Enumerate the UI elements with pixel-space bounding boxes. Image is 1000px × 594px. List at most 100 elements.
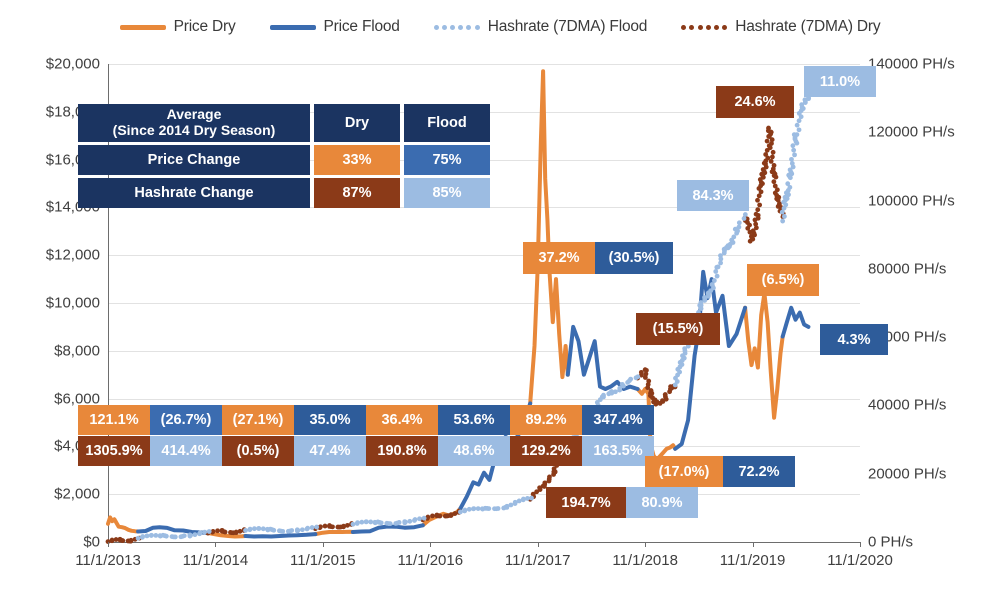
- summary-row-hashrate-change: Hashrate Change 87% 85%: [78, 178, 490, 208]
- series-dot: [181, 533, 187, 539]
- y-tick-label-left: $2,000: [54, 485, 100, 503]
- annotation-badge: 347.4%: [582, 405, 654, 435]
- annotation-badge: (30.5%): [595, 242, 673, 274]
- series-dot: [120, 538, 126, 544]
- annotation-badge-4-3: 4.3%: [820, 324, 888, 355]
- series-dot: [709, 282, 715, 287]
- x-tick-label: 11/1/2019: [719, 552, 786, 569]
- series-dot: [396, 519, 402, 525]
- series-dot: [407, 518, 413, 524]
- x-tick-label: 11/1/2020: [827, 552, 893, 569]
- series-dot: [475, 506, 481, 511]
- series-dot: [635, 374, 641, 380]
- series-dot: [330, 524, 335, 530]
- series-dot: [172, 534, 178, 540]
- series-dot: [711, 278, 717, 283]
- annotation-pair-2017: 37.2% (30.5%): [523, 242, 673, 274]
- series-dot: [601, 392, 606, 398]
- series-dot: [486, 506, 492, 512]
- y-axis-right: 0 PH/s 20000 PH/s 40000 PH/s 60000 PH/s 8000…: [868, 56, 1000, 551]
- series-dot: [792, 152, 797, 158]
- series-dot: [305, 525, 311, 531]
- x-tickmark: [537, 542, 539, 547]
- line-swatch-icon: [269, 24, 316, 30]
- legend-item-price-flood: Price Flood: [269, 18, 400, 36]
- legend-item-hashrate-dry: Hashrate (7DMA) Dry: [681, 18, 881, 36]
- series-dot: [771, 169, 777, 175]
- series-dot: [773, 174, 779, 180]
- series-dot: [188, 533, 193, 538]
- annotation-pair-hashrate-low: 194.7% 80.9%: [546, 487, 698, 518]
- y-tick-label-right: 20000 PH/s: [868, 465, 947, 483]
- summary-title-line2: (Since 2014 Dry Season): [112, 122, 276, 138]
- x-tick-label: 11/1/2014: [182, 552, 249, 569]
- series-dot: [163, 533, 169, 539]
- x-tickmark: [430, 542, 432, 547]
- series-dot: [421, 515, 427, 521]
- series-dot: [662, 392, 668, 397]
- series-dot: [430, 513, 435, 519]
- x-tick-label: 11/1/2015: [290, 552, 356, 569]
- summary-header-dry: Dry: [314, 104, 400, 142]
- annotation-badge: 129.2%: [510, 436, 582, 466]
- annotation-badge-11-0: 11.0%: [804, 66, 876, 97]
- series-dot: [757, 202, 763, 208]
- series-line: [313, 529, 355, 537]
- chart-legend: Price Dry Price Flood Hashrate (7DMA) Fl…: [0, 12, 1000, 42]
- series-dot: [628, 376, 634, 382]
- series-dot: [140, 534, 146, 539]
- series-dot: [547, 474, 552, 480]
- series-line: [673, 269, 748, 451]
- series-line: [528, 69, 570, 406]
- x-tick-label: 11/1/2013: [75, 552, 141, 569]
- annotation-badge-15-5: (15.5%): [636, 313, 720, 345]
- series-dot: [771, 179, 777, 185]
- series-dot: [345, 522, 350, 528]
- series-dot: [792, 136, 798, 142]
- series-dot: [243, 527, 248, 533]
- series-dot: [135, 535, 141, 541]
- series-line: [350, 523, 425, 534]
- line-swatch-icon: [119, 24, 166, 30]
- series-line: [136, 525, 210, 535]
- series-dot: [495, 506, 501, 511]
- legend-item-hashrate-flood: Hashrate (7DMA) Flood: [433, 18, 647, 36]
- annotation-badge: 414.4%: [150, 436, 222, 466]
- series-dot: [144, 533, 150, 539]
- series-dot: [471, 506, 477, 512]
- legend-label: Price Dry: [173, 18, 236, 35]
- series-line: [780, 305, 811, 339]
- series-dot: [153, 533, 159, 538]
- annotation-badge-84-3: 84.3%: [677, 180, 749, 211]
- summary-header-row: Average (Since 2014 Dry Season) Dry Floo…: [78, 104, 490, 142]
- series-dot: [714, 264, 720, 270]
- series-dot: [714, 273, 720, 279]
- series-dot: [529, 495, 534, 501]
- summary-row-label: Price Change: [78, 145, 310, 175]
- series-dot: [260, 526, 266, 532]
- series-dot: [387, 521, 393, 527]
- series-dot: [542, 480, 548, 486]
- series-dot: [780, 218, 786, 224]
- summary-row-label: Hashrate Change: [78, 178, 310, 208]
- series-dot: [206, 529, 212, 534]
- series-dot: [769, 154, 775, 160]
- annotation-badge: 48.6%: [438, 436, 510, 466]
- series-dot: [215, 528, 221, 534]
- series-dot: [222, 529, 228, 535]
- y-tick-label-right: 80000 PH/s: [868, 260, 947, 278]
- series-dot: [619, 381, 625, 387]
- series-dot: [516, 498, 522, 504]
- series-dot: [355, 520, 360, 526]
- y-tick-label-left: $20,000: [45, 55, 100, 73]
- series-dot: [289, 528, 295, 533]
- annotation-pair-2018-low: (17.0%) 72.2%: [645, 456, 795, 487]
- series-dot: [402, 519, 408, 525]
- series-dot: [642, 375, 648, 380]
- series-line: [743, 291, 785, 420]
- y-tick-label-right: 120000 PH/s: [868, 123, 955, 141]
- series-dot: [128, 537, 134, 543]
- series-dot: [753, 211, 759, 217]
- series-dot: [767, 145, 773, 151]
- series-dot: [769, 141, 774, 146]
